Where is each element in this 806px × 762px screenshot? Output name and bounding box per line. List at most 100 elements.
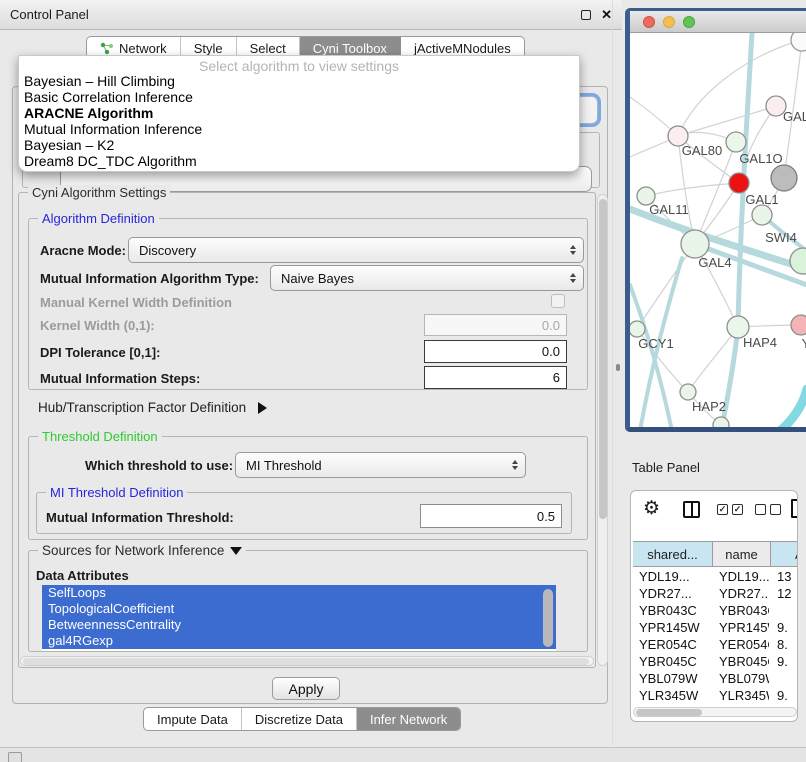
float-panel-icon[interactable] xyxy=(581,10,591,20)
mi-steps-value: 6 xyxy=(553,370,560,385)
table-row[interactable]: YBL079WYBL079W xyxy=(631,671,797,688)
mi-steps-field[interactable]: 6 xyxy=(424,366,567,389)
network-node[interactable] xyxy=(790,248,806,274)
algorithm-definition-title: Algorithm Definition xyxy=(38,211,159,226)
table-hscroll-thumb[interactable] xyxy=(636,709,702,716)
hub-definition-label: Hub/Transcription Factor Definition xyxy=(38,400,246,415)
status-strip-icon[interactable] xyxy=(8,752,22,762)
apply-button[interactable]: Apply xyxy=(272,677,340,700)
algorithm-option[interactable]: Bayesian – K2 xyxy=(19,137,579,153)
network-node-label: GAL11 xyxy=(649,202,689,217)
table-row[interactable]: YBR045CYBR045C9. xyxy=(631,654,797,671)
network-node[interactable] xyxy=(713,417,729,427)
network-edge[interactable] xyxy=(780,389,806,427)
attribute-item[interactable]: TopologicalCoefficient xyxy=(42,601,556,617)
column-header-cut[interactable]: A xyxy=(771,541,798,567)
dpi-tolerance-label: DPI Tolerance [0,1]: xyxy=(40,345,160,360)
network-edge[interactable] xyxy=(646,183,739,196)
network-node-label: HAP2 xyxy=(692,399,726,414)
algorithm-option[interactable]: Bayesian – Hill Climbing xyxy=(19,73,579,89)
network-node-label: GAL xyxy=(783,109,806,124)
column-header-shared[interactable]: shared... xyxy=(633,541,713,567)
column-layout-icon[interactable] xyxy=(683,501,700,518)
sources-title[interactable]: Sources for Network Inference xyxy=(38,543,246,558)
table-row[interactable]: YDL19...YDL19...13 xyxy=(631,569,797,586)
table-horizontal-scrollbar[interactable] xyxy=(633,707,797,717)
tab-infer-network[interactable]: Infer Network xyxy=(357,708,460,730)
mi-threshold-definition-title: MI Threshold Definition xyxy=(46,485,187,500)
network-node[interactable] xyxy=(726,132,746,152)
close-panel-icon[interactable]: ✕ xyxy=(601,10,612,20)
network-node-label: SWI4 xyxy=(765,230,797,245)
deselect-all-icon[interactable] xyxy=(755,504,766,515)
network-edge[interactable] xyxy=(630,285,672,427)
mi-type-value: Naive Bayes xyxy=(281,271,354,286)
stepper-arrows-icon xyxy=(570,273,576,283)
settings-vscroll-thumb[interactable] xyxy=(599,199,607,519)
network-view-window[interactable]: GALGAL80GAL1OGAL1GAL11SWI4GAL4GCY1HAP4YH… xyxy=(625,8,806,432)
network-node[interactable] xyxy=(680,384,696,400)
network-node[interactable] xyxy=(630,321,645,337)
which-threshold-combobox[interactable]: MI Threshold xyxy=(235,452,526,478)
deselect-all-icon2[interactable] xyxy=(770,504,781,515)
which-threshold-label: Which threshold to use: xyxy=(85,458,233,473)
algorithm-option[interactable]: Basic Correlation Inference xyxy=(19,89,579,105)
aracne-mode-combobox[interactable]: Discovery xyxy=(128,237,584,263)
network-window-titlebar[interactable] xyxy=(630,11,806,33)
settings-hscroll-thumb[interactable] xyxy=(23,658,589,665)
panel-divider xyxy=(612,0,613,745)
tab-impute-data[interactable]: Impute Data xyxy=(144,708,242,730)
hub-definition-toggle[interactable]: Hub/Transcription Factor Definition xyxy=(38,400,267,415)
select-all-icon[interactable]: ✓ xyxy=(717,504,728,515)
expand-right-icon xyxy=(258,402,267,414)
tab-discretize-data[interactable]: Discretize Data xyxy=(242,708,357,730)
table-row-clipped[interactable]: YIL052CYIL052C9. xyxy=(631,703,797,706)
dpi-tolerance-field[interactable]: 0.0 xyxy=(424,340,567,363)
kernel-width-field[interactable]: 0.0 xyxy=(424,314,567,336)
cyni-algorithm-settings-title: Cyni Algorithm Settings xyxy=(28,185,170,200)
data-attributes-list[interactable]: SelfLoops TopologicalCoefficient Between… xyxy=(42,585,556,651)
manual-kernel-checkbox[interactable] xyxy=(551,294,565,308)
network-canvas-svg[interactable]: GALGAL80GAL1OGAL1GAL11SWI4GAL4GCY1HAP4YH… xyxy=(630,33,806,427)
table-panel-title: Table Panel xyxy=(632,460,700,475)
manual-kernel-label: Manual Kernel Width Definition xyxy=(40,295,232,310)
attribute-item[interactable]: gal4RGexp xyxy=(42,633,556,649)
network-node[interactable] xyxy=(791,315,806,335)
apply-button-label: Apply xyxy=(288,681,323,697)
mi-threshold-field[interactable]: 0.5 xyxy=(420,504,562,528)
network-node[interactable] xyxy=(681,230,709,258)
network-node[interactable] xyxy=(771,165,797,191)
zoom-window-icon[interactable] xyxy=(683,16,695,28)
mi-type-combobox[interactable]: Naive Bayes xyxy=(270,265,584,291)
minimize-window-icon[interactable] xyxy=(663,16,675,28)
table-row[interactable]: YER054CYER054C8. xyxy=(631,637,797,654)
network-node[interactable] xyxy=(752,205,772,225)
status-strip xyxy=(0,747,806,762)
column-header-name[interactable]: name xyxy=(713,541,771,567)
table-row[interactable]: YPR145WYPR145W9. xyxy=(631,620,797,637)
which-threshold-value: MI Threshold xyxy=(246,458,322,473)
settings-vertical-scrollbar[interactable] xyxy=(597,194,608,666)
collapse-down-icon xyxy=(230,547,242,555)
attribute-item[interactable]: SelfLoops xyxy=(42,585,556,601)
network-node[interactable] xyxy=(729,173,749,193)
network-node-label: GCY1 xyxy=(638,336,673,351)
network-node-label: GAL80 xyxy=(682,143,722,158)
export-table-icon[interactable] xyxy=(791,499,798,518)
table-row[interactable]: YDR27...YDR27...12 xyxy=(631,586,797,603)
splitter-handle[interactable] xyxy=(616,364,620,371)
select-all-icon2[interactable]: ✓ xyxy=(732,504,743,515)
kernel-width-value: 0.0 xyxy=(542,318,560,333)
algorithm-option[interactable]: Dream8 DC_TDC Algorithm xyxy=(19,153,579,169)
algorithm-option-selected[interactable]: ARACNE Algorithm xyxy=(19,105,579,121)
bottom-tabbar: Impute Data Discretize Data Infer Networ… xyxy=(143,707,461,731)
network-node[interactable] xyxy=(791,33,806,51)
settings-horizontal-scrollbar[interactable] xyxy=(20,656,594,666)
attribute-item[interactable]: BetweennessCentrality xyxy=(42,617,556,633)
mi-threshold-label: Mutual Information Threshold: xyxy=(46,510,234,525)
algorithm-option[interactable]: Mutual Information Inference xyxy=(19,121,579,137)
attributes-scrollbar-thumb[interactable] xyxy=(543,589,553,647)
table-settings-icon[interactable]: ⚙ xyxy=(643,500,660,518)
table-row[interactable]: YBR043CYBR043C xyxy=(631,603,797,620)
close-window-icon[interactable] xyxy=(643,16,655,28)
